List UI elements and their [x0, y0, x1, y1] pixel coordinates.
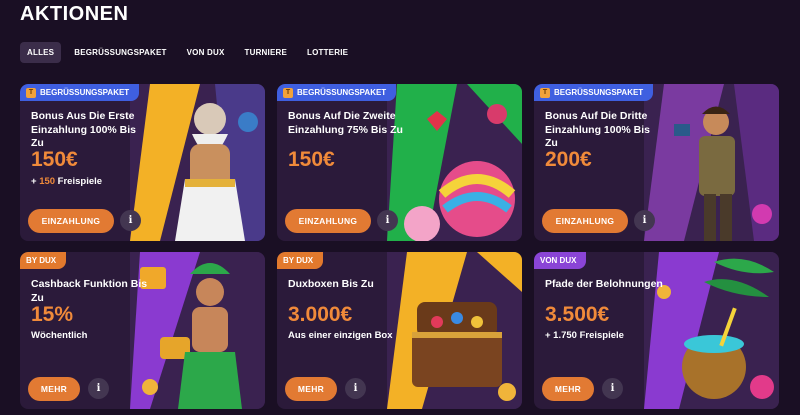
promo-amount: 3.500€ — [545, 303, 610, 326]
promo-card-cashback: BY DUX Cashback Funktion Bis Zu 15% Wöch… — [20, 252, 265, 409]
tab-turniere[interactable]: TURNIERE — [238, 42, 295, 63]
gift-icon: T — [540, 87, 550, 98]
promo-subtext: Wöchentlich — [31, 330, 88, 341]
badge-label: BY DUX — [26, 256, 57, 265]
more-button[interactable]: MEHR — [28, 377, 80, 401]
tab-von-dux[interactable]: VON DUX — [180, 42, 232, 63]
deposit-button[interactable]: EINZAHLUNG — [285, 209, 371, 233]
promo-card-reward-paths: VON DUX Pfade der Belohnungen 3.500€ + 1… — [534, 252, 779, 409]
page-title: AKTIONEN — [20, 3, 129, 25]
candy-illustration — [387, 84, 522, 241]
promo-title: Pfade der Belohnungen — [545, 278, 663, 290]
info-icon[interactable]: i — [120, 210, 141, 231]
explorer-illustration — [644, 84, 779, 241]
info-icon[interactable]: i — [634, 210, 655, 231]
badge-label: BEGRÜSSUNGSPAKET — [297, 88, 387, 97]
badge-label: BEGRÜSSUNGSPAKET — [554, 88, 644, 97]
promo-amount: 150€ — [288, 148, 335, 171]
badge-label: BY DUX — [283, 256, 314, 265]
promo-amount: 150€ — [31, 148, 78, 171]
more-button[interactable]: MEHR — [285, 377, 337, 401]
promo-badge: VON DUX — [534, 252, 587, 269]
tab-lotterie[interactable]: LOTTERIE — [300, 42, 355, 63]
promo-badge: BY DUX — [277, 252, 324, 269]
info-icon[interactable]: i — [345, 378, 366, 399]
tab-alles[interactable]: ALLES — [20, 42, 62, 63]
promo-badge: T BEGRÜSSUNGSPAKET — [534, 84, 654, 101]
deposit-button[interactable]: EINZAHLUNG — [542, 209, 628, 233]
promo-amount: 3.000€ — [288, 303, 353, 326]
promo-card-third-deposit: T BEGRÜSSUNGSPAKET Bonus Auf Die Dritte … — [534, 84, 779, 241]
deposit-button[interactable]: EINZAHLUNG — [28, 209, 114, 233]
promo-title: Bonus Auf Die Zweite Einzahlung 75% Bis … — [288, 110, 403, 136]
promo-amount: 200€ — [545, 148, 592, 171]
filter-tabs: ALLES BEGRÜSSUNGSPAKET VON DUX TURNIERE … — [20, 42, 355, 63]
coconut-drink-illustration — [644, 252, 779, 409]
info-icon[interactable]: i — [88, 378, 109, 399]
badge-label: BEGRÜSSUNGSPAKET — [40, 88, 130, 97]
more-button[interactable]: MEHR — [542, 377, 594, 401]
gift-icon: T — [283, 87, 293, 98]
promo-card-first-deposit: T BEGRÜSSUNGSPAKET Bonus Aus Die Erste E… — [20, 84, 265, 241]
promo-card-duxboxen: BY DUX Duxboxen Bis Zu 3.000€ Aus einer … — [277, 252, 522, 409]
promo-subtext: Aus einer einzigen Box — [288, 330, 393, 341]
gift-icon: T — [26, 87, 36, 98]
promo-title: Duxboxen Bis Zu — [288, 278, 374, 290]
promo-card-second-deposit: T BEGRÜSSUNGSPAKET Bonus Auf Die Zweite … — [277, 84, 522, 241]
promo-badge: BY DUX — [20, 252, 67, 269]
badge-label: VON DUX — [540, 256, 577, 265]
promo-subtext: + 150 Freispiele — [31, 176, 103, 187]
promo-title: Bonus Auf Die Dritte Einzahlung 100% Bis… — [545, 110, 651, 149]
zeus-illustration — [130, 84, 265, 241]
promo-title: Bonus Aus Die Erste Einzahlung 100% Bis … — [31, 110, 137, 149]
info-icon[interactable]: i — [602, 378, 623, 399]
promo-amount: 15% — [31, 303, 74, 326]
promo-title: Cashback Funktion Bis Zu — [31, 278, 148, 304]
info-icon[interactable]: i — [377, 210, 398, 231]
promo-subtext: + 1.750 Freispiele — [545, 330, 624, 341]
promo-badge: T BEGRÜSSUNGSPAKET — [20, 84, 140, 101]
treasure-chest-illustration — [387, 252, 522, 409]
tab-begruessungspaket[interactable]: BEGRÜSSUNGSPAKET — [67, 42, 173, 63]
jungle-girl-illustration — [130, 252, 265, 409]
promo-badge: T BEGRÜSSUNGSPAKET — [277, 84, 397, 101]
